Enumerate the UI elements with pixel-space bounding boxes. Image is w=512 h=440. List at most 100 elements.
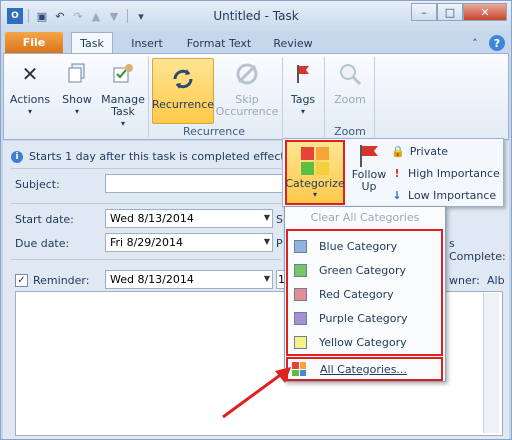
divider bbox=[11, 203, 281, 204]
green-square bbox=[301, 162, 314, 175]
group-separator bbox=[148, 57, 149, 137]
low-importance-button[interactable]: ↓ Low Importance bbox=[391, 189, 496, 202]
dropdown-arrow-icon: ▾ bbox=[120, 119, 125, 128]
categorize-menu: Clear All Categories Blue Category Green… bbox=[284, 206, 446, 382]
down-arrow-icon: ↓ bbox=[392, 189, 402, 202]
zoom-button: Zoom bbox=[330, 58, 370, 106]
low-importance-label: Low Importance bbox=[408, 189, 497, 202]
category-label: Yellow Category bbox=[319, 336, 407, 349]
tab-file[interactable]: File bbox=[5, 32, 63, 53]
categorize-label: Categorize bbox=[285, 177, 345, 190]
reminder-label: Reminder: bbox=[33, 274, 90, 287]
group-separator bbox=[282, 57, 283, 137]
skip-label-2: Occurrence bbox=[215, 105, 279, 118]
manage-task-label-2: Task bbox=[111, 105, 135, 118]
start-date-label: Start date: bbox=[15, 213, 74, 226]
info-text: Starts 1 day after this task is complete… bbox=[29, 150, 302, 163]
start-date-value: Wed 8/13/2014 bbox=[110, 212, 194, 225]
category-item-blue[interactable]: Blue Category bbox=[294, 240, 397, 253]
categorize-icon bbox=[301, 147, 329, 175]
zoom-label: Zoom bbox=[334, 93, 366, 106]
close-button[interactable]: ✕ bbox=[463, 3, 507, 21]
category-label: Purple Category bbox=[319, 312, 408, 325]
group-separator bbox=[324, 57, 325, 137]
purple-swatch bbox=[294, 312, 307, 325]
info-icon: i bbox=[11, 150, 23, 163]
yellow-swatch bbox=[294, 336, 307, 349]
tags-button[interactable]: Tags ▾ bbox=[286, 58, 320, 118]
flag-icon bbox=[287, 58, 319, 90]
help-icon[interactable]: ? bbox=[489, 35, 505, 51]
tags-label: Tags bbox=[290, 93, 316, 106]
private-label: Private bbox=[409, 145, 449, 158]
follow-up-label-2: Up bbox=[361, 180, 377, 193]
chevron-down-icon[interactable]: ▼ bbox=[264, 237, 270, 246]
private-button[interactable]: 🔒 Private bbox=[391, 145, 448, 158]
collapse-ribbon-icon[interactable]: ˄ bbox=[467, 35, 483, 51]
chevron-down-icon[interactable]: ▼ bbox=[264, 213, 270, 222]
high-importance-label: High Importance bbox=[408, 167, 500, 180]
red-square bbox=[301, 147, 314, 160]
lock-icon: 🔒 bbox=[391, 145, 405, 158]
priority-label: P bbox=[276, 237, 283, 250]
dropdown-arrow-icon: ▾ bbox=[312, 190, 317, 199]
close-x-icon: ✕ bbox=[21, 62, 39, 86]
subject-input[interactable] bbox=[105, 174, 283, 193]
all-categories-item[interactable]: All Categories... bbox=[286, 357, 443, 381]
title-bar: O ▣ ↶ ↷ ▲ ▼ ▾ Untitled - Task – □ ✕ bbox=[1, 1, 511, 31]
maximize-button[interactable]: □ bbox=[437, 3, 463, 21]
annotation-arrow bbox=[222, 367, 291, 419]
reminder-date-field[interactable]: Wed 8/13/2014 ▼ bbox=[105, 270, 273, 289]
recurrence-button[interactable]: Recurrence bbox=[152, 58, 214, 124]
show-icon bbox=[61, 58, 93, 90]
clear-all-categories-item: Clear All Categories bbox=[310, 211, 420, 224]
category-list: Blue Category Green Category Red Categor… bbox=[286, 229, 443, 356]
tab-format-text[interactable]: Format Text bbox=[183, 34, 255, 53]
exclamation-icon: ! bbox=[394, 167, 400, 180]
categorize-button[interactable]: Categorize ▾ bbox=[285, 140, 345, 205]
manage-task-button[interactable]: Manage Task ▾ bbox=[100, 58, 146, 130]
ribbon: ✕ Actions ▾ Show ▾ Manage Task ▾ Recurre… bbox=[3, 53, 509, 140]
recurrence-icon bbox=[167, 63, 199, 95]
ribbon-tabs: File Task Insert Format Text Review ˄ ? bbox=[1, 31, 511, 53]
category-label: Blue Category bbox=[319, 240, 398, 253]
actions-button[interactable]: ✕ Actions ▾ bbox=[10, 58, 50, 118]
show-label: Show bbox=[62, 93, 92, 106]
due-date-field[interactable]: Fri 8/29/2014 ▼ bbox=[105, 233, 273, 252]
show-button[interactable]: Show ▾ bbox=[58, 58, 96, 118]
start-date-field[interactable]: Wed 8/13/2014 ▼ bbox=[105, 209, 273, 228]
dropdown-arrow-icon: ▾ bbox=[300, 107, 305, 116]
blue-swatch bbox=[294, 240, 307, 253]
subject-label: Subject: bbox=[15, 178, 60, 191]
category-item-red[interactable]: Red Category bbox=[294, 288, 394, 301]
scrollbar[interactable] bbox=[483, 293, 499, 433]
chevron-down-icon[interactable]: ▼ bbox=[264, 274, 270, 283]
category-item-green[interactable]: Green Category bbox=[294, 264, 406, 277]
manage-task-icon bbox=[107, 58, 139, 90]
high-importance-button[interactable]: ! High Importance bbox=[391, 167, 500, 180]
tab-review[interactable]: Review bbox=[269, 34, 317, 53]
task-window: O ▣ ↶ ↷ ▲ ▼ ▾ Untitled - Task – □ ✕ File… bbox=[0, 0, 512, 440]
reminder-date-value: Wed 8/13/2014 bbox=[110, 273, 194, 286]
magnifier-icon bbox=[334, 58, 366, 90]
tab-task[interactable]: Task bbox=[71, 32, 113, 53]
dropdown-arrow-icon: ▾ bbox=[74, 107, 79, 116]
reminder-checkbox[interactable]: ✓ bbox=[15, 274, 28, 287]
info-bar: i Starts 1 day after this task is comple… bbox=[11, 150, 301, 163]
flag-icon bbox=[360, 145, 378, 167]
owner-label: wner: bbox=[449, 274, 480, 287]
category-item-purple[interactable]: Purple Category bbox=[294, 312, 407, 325]
zoom-group-label: Zoom bbox=[334, 125, 366, 138]
tags-dropdown-panel: Categorize ▾ Follow Up 🔒 Private ! High … bbox=[282, 138, 504, 207]
category-item-yellow[interactable]: Yellow Category bbox=[294, 336, 407, 349]
follow-up-button[interactable]: Follow Up bbox=[349, 143, 389, 193]
group-separator bbox=[374, 57, 375, 137]
skip-occurrence-button: Skip Occurrence bbox=[216, 58, 278, 118]
due-date-label: Due date: bbox=[15, 237, 70, 250]
percent-complete-label: s Complete: bbox=[449, 237, 506, 263]
tab-insert[interactable]: Insert bbox=[125, 34, 169, 53]
minimize-button[interactable]: – bbox=[411, 3, 437, 21]
recurrence-group-label: Recurrence bbox=[182, 125, 246, 138]
category-label: Green Category bbox=[319, 264, 407, 277]
ribbon-controls: ˄ ? bbox=[467, 35, 505, 51]
